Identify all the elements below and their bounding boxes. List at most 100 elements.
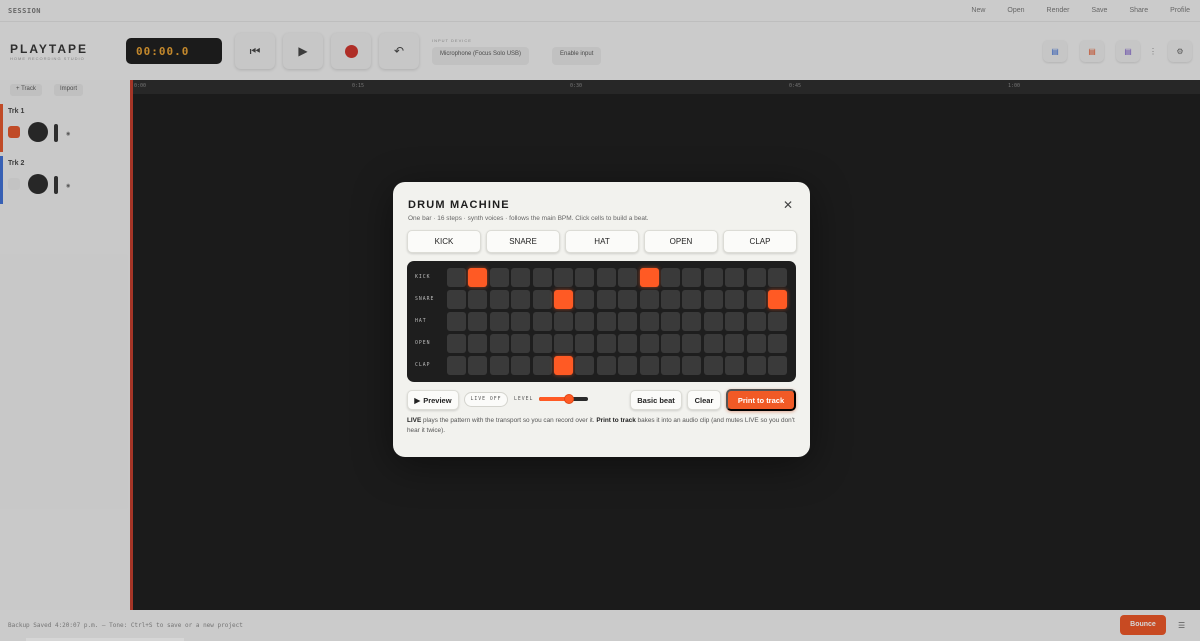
print-to-track-button[interactable]: Print to track xyxy=(726,389,796,411)
step-cell-hat-16[interactable] xyxy=(768,312,787,331)
voice-hat-button[interactable]: HAT xyxy=(565,230,639,253)
step-cell-clap-3[interactable] xyxy=(489,356,509,375)
step-cell-kick-8[interactable] xyxy=(596,268,616,287)
step-cell-clap-13[interactable] xyxy=(703,356,723,375)
step-cell-snare-12[interactable] xyxy=(682,290,702,309)
basic-beat-button[interactable]: Basic beat xyxy=(630,390,682,410)
step-cell-clap-15[interactable] xyxy=(746,356,766,375)
drum-machine-dialog: DRUM MACHINE ✕ One bar · 16 steps · synt… xyxy=(393,182,810,457)
step-cell-open-12[interactable] xyxy=(682,334,702,353)
level-slider-thumb[interactable] xyxy=(564,394,575,404)
row-label-open: OPEN xyxy=(415,341,431,346)
step-cell-snare-10[interactable] xyxy=(639,290,659,309)
step-cell-kick-5[interactable] xyxy=(532,268,552,287)
step-cell-kick-7[interactable] xyxy=(575,268,595,287)
step-cell-snare-16[interactable] xyxy=(768,290,787,309)
step-cell-kick-2[interactable] xyxy=(468,268,488,287)
clear-button[interactable]: Clear xyxy=(687,390,721,410)
step-cell-clap-2[interactable] xyxy=(468,356,488,375)
step-cell-hat-14[interactable] xyxy=(725,312,745,331)
step-cell-snare-9[interactable] xyxy=(618,290,638,309)
step-cell-hat-12[interactable] xyxy=(682,312,702,331)
step-cell-open-4[interactable] xyxy=(511,334,531,353)
step-cell-snare-5[interactable] xyxy=(532,290,552,309)
step-cell-clap-9[interactable] xyxy=(618,356,638,375)
step-cell-kick-12[interactable] xyxy=(682,268,702,287)
step-cell-snare-8[interactable] xyxy=(596,290,616,309)
step-cell-kick-1[interactable] xyxy=(447,268,466,287)
step-cell-kick-16[interactable] xyxy=(768,268,787,287)
row-label-snare: SNARE xyxy=(415,297,435,302)
level-slider[interactable] xyxy=(539,394,588,404)
voice-clap-button[interactable]: CLAP xyxy=(723,230,797,253)
voice-snare-button[interactable]: SNARE xyxy=(486,230,560,253)
step-cell-kick-15[interactable] xyxy=(746,268,766,287)
step-cell-open-11[interactable] xyxy=(661,334,680,353)
row-label-kick: KICK xyxy=(415,275,431,280)
step-cell-open-8[interactable] xyxy=(596,334,616,353)
step-cell-kick-6[interactable] xyxy=(554,268,573,287)
step-cell-snare-11[interactable] xyxy=(661,290,680,309)
step-cell-snare-14[interactable] xyxy=(725,290,745,309)
step-cell-clap-4[interactable] xyxy=(511,356,531,375)
step-cell-clap-6[interactable] xyxy=(554,356,573,375)
step-cell-snare-15[interactable] xyxy=(746,290,766,309)
step-cell-hat-9[interactable] xyxy=(618,312,638,331)
step-cell-open-15[interactable] xyxy=(746,334,766,353)
step-cell-kick-3[interactable] xyxy=(489,268,509,287)
step-cell-clap-16[interactable] xyxy=(768,356,787,375)
step-cell-clap-7[interactable] xyxy=(575,356,595,375)
step-cell-snare-7[interactable] xyxy=(575,290,595,309)
step-cell-hat-4[interactable] xyxy=(511,312,531,331)
step-cell-snare-13[interactable] xyxy=(703,290,723,309)
step-cell-open-10[interactable] xyxy=(639,334,659,353)
step-cell-open-7[interactable] xyxy=(575,334,595,353)
step-cell-snare-1[interactable] xyxy=(447,290,466,309)
preview-button[interactable]: ▶ Preview xyxy=(407,390,459,410)
step-cell-kick-9[interactable] xyxy=(618,268,638,287)
step-cell-clap-1[interactable] xyxy=(447,356,466,375)
close-icon[interactable]: ✕ xyxy=(783,198,793,212)
step-cell-open-14[interactable] xyxy=(725,334,745,353)
step-cell-open-3[interactable] xyxy=(489,334,509,353)
step-cell-snare-4[interactable] xyxy=(511,290,531,309)
step-cell-open-13[interactable] xyxy=(703,334,723,353)
voice-open-button[interactable]: OPEN xyxy=(644,230,718,253)
step-cell-hat-13[interactable] xyxy=(703,312,723,331)
step-cell-clap-11[interactable] xyxy=(661,356,680,375)
step-cell-clap-14[interactable] xyxy=(725,356,745,375)
step-cell-hat-5[interactable] xyxy=(532,312,552,331)
step-cell-open-2[interactable] xyxy=(468,334,488,353)
step-cell-open-9[interactable] xyxy=(618,334,638,353)
step-cell-hat-15[interactable] xyxy=(746,312,766,331)
voice-buttons: KICK SNARE HAT OPEN CLAP xyxy=(407,230,797,253)
step-cell-hat-7[interactable] xyxy=(575,312,595,331)
step-cell-kick-11[interactable] xyxy=(661,268,680,287)
step-cell-hat-2[interactable] xyxy=(468,312,488,331)
step-cell-hat-6[interactable] xyxy=(554,312,573,331)
step-cell-kick-13[interactable] xyxy=(703,268,723,287)
step-cell-open-16[interactable] xyxy=(768,334,787,353)
step-cell-kick-14[interactable] xyxy=(725,268,745,287)
step-cell-snare-2[interactable] xyxy=(468,290,488,309)
step-cell-hat-8[interactable] xyxy=(596,312,616,331)
step-cell-open-6[interactable] xyxy=(554,334,573,353)
step-cell-hat-3[interactable] xyxy=(489,312,509,331)
step-cell-kick-10[interactable] xyxy=(639,268,659,287)
step-cell-snare-3[interactable] xyxy=(489,290,509,309)
live-toggle[interactable]: LIVE OFF xyxy=(464,392,508,407)
step-cell-open-1[interactable] xyxy=(447,334,466,353)
step-cell-clap-8[interactable] xyxy=(596,356,616,375)
step-cell-clap-10[interactable] xyxy=(639,356,659,375)
step-cell-hat-11[interactable] xyxy=(661,312,680,331)
step-cell-hat-10[interactable] xyxy=(639,312,659,331)
help-print-word: Print to track xyxy=(596,417,636,424)
step-cell-open-5[interactable] xyxy=(532,334,552,353)
step-cell-kick-4[interactable] xyxy=(511,268,531,287)
step-cell-snare-6[interactable] xyxy=(554,290,573,309)
step-cell-clap-5[interactable] xyxy=(532,356,552,375)
row-label-hat: HAT xyxy=(415,319,427,324)
step-cell-clap-12[interactable] xyxy=(682,356,702,375)
voice-kick-button[interactable]: KICK xyxy=(407,230,481,253)
step-cell-hat-1[interactable] xyxy=(447,312,466,331)
